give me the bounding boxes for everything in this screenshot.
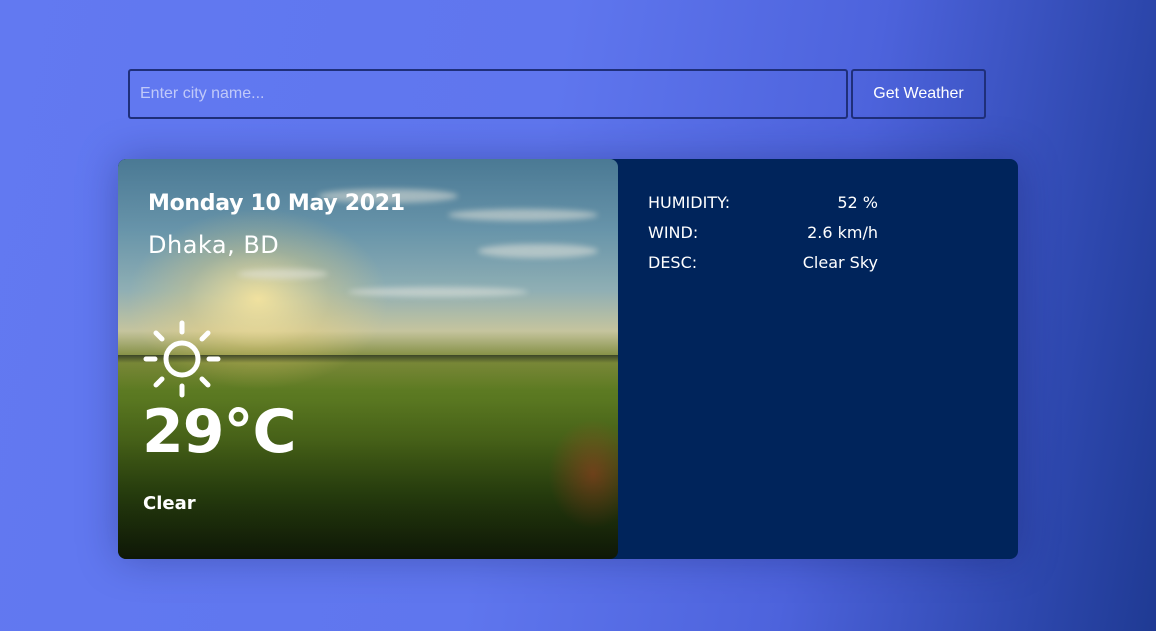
sun-icon	[143, 320, 221, 398]
humidity-label: HUMIDITY:	[648, 192, 731, 212]
humidity-row: HUMIDITY: 52 %	[648, 187, 878, 217]
wind-label: WIND:	[648, 222, 699, 242]
weather-date: Monday 10 May 2021	[148, 191, 405, 216]
weather-summary-panel: Monday 10 May 2021 Dhaka, BD 29°C Clear	[118, 159, 618, 559]
weather-card: Monday 10 May 2021 Dhaka, BD 29°C Clear …	[118, 159, 1018, 559]
temperature-value: 29°C	[142, 397, 297, 467]
description-row: DESC: Clear Sky	[648, 247, 878, 277]
humidity-value: 52 %	[837, 192, 878, 212]
get-weather-button[interactable]: Get Weather	[851, 69, 986, 119]
weather-location: Dhaka, BD	[148, 231, 280, 259]
description-value: Clear Sky	[802, 252, 878, 272]
description-label: DESC:	[648, 252, 698, 272]
city-search-input[interactable]	[128, 69, 848, 119]
wind-value: 2.6 km/h	[807, 222, 878, 242]
wind-row: WIND: 2.6 km/h	[648, 217, 878, 247]
search-bar: Get Weather	[128, 69, 986, 119]
weather-condition: Clear	[143, 493, 196, 514]
weather-details-panel: HUMIDITY: 52 % WIND: 2.6 km/h DESC: Clea…	[618, 159, 1018, 559]
